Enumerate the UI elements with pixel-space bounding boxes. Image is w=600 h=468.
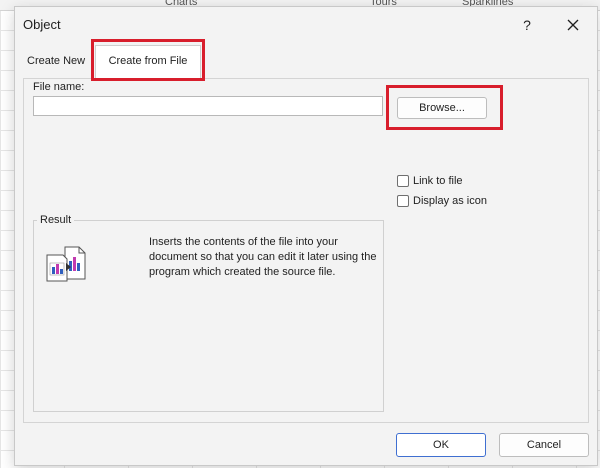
- display-as-icon-checkbox[interactable]: [397, 195, 409, 207]
- tab-create-from-file[interactable]: Create from File: [95, 45, 201, 78]
- cancel-button-label: Cancel: [526, 439, 562, 451]
- link-to-file-row[interactable]: Link to file: [397, 175, 463, 187]
- help-button[interactable]: ?: [517, 15, 537, 35]
- dialog-title: Object: [23, 17, 61, 32]
- ok-button-label: OK: [433, 439, 449, 451]
- close-button[interactable]: [561, 13, 585, 37]
- dialog-titlebar: Object ?: [15, 7, 597, 41]
- display-as-icon-row[interactable]: Display as icon: [397, 195, 487, 207]
- browse-button-label: Browse...: [419, 102, 465, 114]
- close-icon: [567, 19, 579, 31]
- tab-create-new[interactable]: Create New: [27, 53, 85, 73]
- ok-button[interactable]: OK: [396, 433, 486, 457]
- link-to-file-label: Link to file: [413, 175, 463, 187]
- cancel-button[interactable]: Cancel: [499, 433, 589, 457]
- result-description: Inserts the contents of the file into yo…: [149, 236, 377, 278]
- embedded-document-icon: [46, 246, 86, 282]
- display-as-icon-label: Display as icon: [413, 195, 487, 207]
- link-to-file-checkbox[interactable]: [397, 175, 409, 187]
- result-group-label: Result: [37, 214, 75, 226]
- file-name-input[interactable]: [33, 96, 383, 116]
- browse-button[interactable]: Browse...: [397, 97, 487, 119]
- object-dialog: Object ? Create New Create from File Fil…: [14, 6, 598, 466]
- file-name-label: File name:: [33, 81, 85, 93]
